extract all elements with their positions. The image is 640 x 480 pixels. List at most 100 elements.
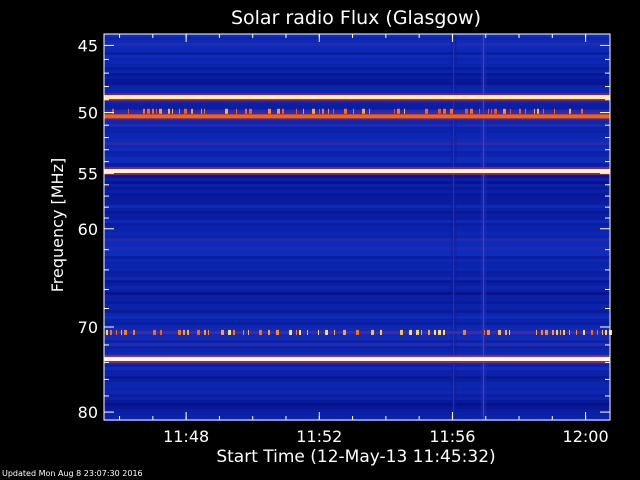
heatmap-row xyxy=(104,217,610,220)
intermittent-burst xyxy=(560,329,561,335)
heatmap-row xyxy=(104,187,610,190)
heatmap-row xyxy=(104,316,610,319)
heatmap-row xyxy=(104,292,610,295)
heatmap-row xyxy=(104,268,610,271)
heatmap-row xyxy=(104,313,610,316)
intermittent-burst xyxy=(605,329,607,335)
intermittent-burst xyxy=(248,329,249,335)
intermittent-burst xyxy=(197,329,200,335)
heatmap-row xyxy=(104,274,610,277)
intermittent-burst xyxy=(184,108,187,114)
heatmap-row xyxy=(104,205,610,208)
heatmap-row xyxy=(104,379,610,382)
heatmap-row xyxy=(104,364,610,367)
intermittent-burst xyxy=(268,108,271,114)
heatmap-row xyxy=(104,409,610,412)
heatmap-row xyxy=(104,82,610,85)
heatmap-row xyxy=(104,181,610,184)
y-tick-label: 80 xyxy=(78,403,98,422)
intermittent-burst xyxy=(233,329,235,335)
updated-timestamp: Updated Mon Aug 8 23:07:30 2016 xyxy=(2,469,143,478)
intermittent-burst xyxy=(249,108,252,114)
intermittent-burst xyxy=(371,329,374,335)
intermittent-burst xyxy=(221,329,224,335)
intermittent-burst xyxy=(397,108,400,114)
heatmap-row xyxy=(104,58,610,61)
intermittent-burst xyxy=(116,329,117,335)
intermittent-burst xyxy=(509,329,510,335)
heatmap-row xyxy=(104,178,610,181)
heatmap-row xyxy=(104,301,610,304)
intermittent-burst xyxy=(156,108,157,114)
continuous-band xyxy=(104,168,610,173)
heatmap-row xyxy=(104,103,610,106)
heatmap-row xyxy=(104,196,610,199)
intermittent-burst xyxy=(487,329,490,335)
heatmap-row xyxy=(104,337,610,340)
heatmap-row xyxy=(104,346,610,349)
intermittent-burst xyxy=(143,108,145,114)
heatmap-row xyxy=(104,124,610,127)
intermittent-burst xyxy=(296,329,297,335)
intermittent-burst xyxy=(322,108,324,114)
heatmap-row xyxy=(104,265,610,268)
y-tick-label: 70 xyxy=(78,318,98,337)
intermittent-burst xyxy=(110,329,112,335)
intermittent-burst xyxy=(503,108,506,114)
intermittent-burst xyxy=(128,108,129,114)
heatmap-row xyxy=(104,286,610,289)
heatmap-row xyxy=(104,289,610,292)
heatmap-row xyxy=(104,388,610,391)
intermittent-burst xyxy=(569,329,570,335)
intermittent-burst xyxy=(168,108,170,114)
intermittent-burst xyxy=(470,108,473,114)
y-axis-label: Frequency [MHz] xyxy=(48,158,67,292)
heatmap-row xyxy=(104,40,610,43)
intermittent-burst xyxy=(576,329,577,335)
intermittent-burst xyxy=(243,329,244,335)
intermittent-burst xyxy=(438,108,441,114)
x-tick-label: 11:48 xyxy=(163,427,209,446)
heatmap-row xyxy=(104,298,610,301)
heatmap-row xyxy=(104,37,610,40)
intermittent-burst xyxy=(537,108,539,114)
intermittent-burst xyxy=(416,329,419,335)
intermittent-burst xyxy=(556,329,558,335)
chart-title: Solar radio Flux (Glasgow) xyxy=(231,7,481,29)
intermittent-burst xyxy=(178,329,181,335)
heatmap-row xyxy=(104,130,610,133)
heatmap-row xyxy=(104,163,610,166)
heatmap-row xyxy=(104,307,610,310)
heatmap-row xyxy=(104,223,610,226)
heatmap-row xyxy=(104,412,610,415)
heatmap-row xyxy=(104,247,610,250)
intermittent-burst xyxy=(450,108,453,114)
intermittent-burst xyxy=(602,329,603,335)
heatmap-row xyxy=(104,220,610,223)
intermittent-burst xyxy=(525,108,526,114)
intermittent-burst xyxy=(245,108,247,114)
x-axis-label: Start Time (12-May-13 11:45:32) xyxy=(216,447,495,467)
heatmap-row xyxy=(104,88,610,91)
heatmap-row xyxy=(104,208,610,211)
heatmap-row xyxy=(104,280,610,283)
heatmap-row xyxy=(104,262,610,265)
intermittent-burst xyxy=(428,329,430,335)
intermittent-burst xyxy=(543,108,544,114)
heatmap-row xyxy=(104,76,610,79)
intermittent-burst xyxy=(204,329,206,335)
heatmap-row xyxy=(104,400,610,403)
intermittent-burst xyxy=(534,108,535,114)
heatmap-row xyxy=(104,46,610,49)
x-tick-label: 11:56 xyxy=(429,427,475,446)
heatmap-row xyxy=(104,73,610,76)
intermittent-burst xyxy=(147,108,150,114)
intermittent-burst xyxy=(404,108,405,114)
intermittent-burst xyxy=(541,329,543,335)
intermittent-burst xyxy=(554,108,555,114)
heatmap-row xyxy=(104,55,610,58)
heatmap-row xyxy=(104,154,610,157)
intermittent-burst xyxy=(443,108,446,114)
heatmap-row xyxy=(104,226,610,229)
heatmap-row xyxy=(104,310,610,313)
